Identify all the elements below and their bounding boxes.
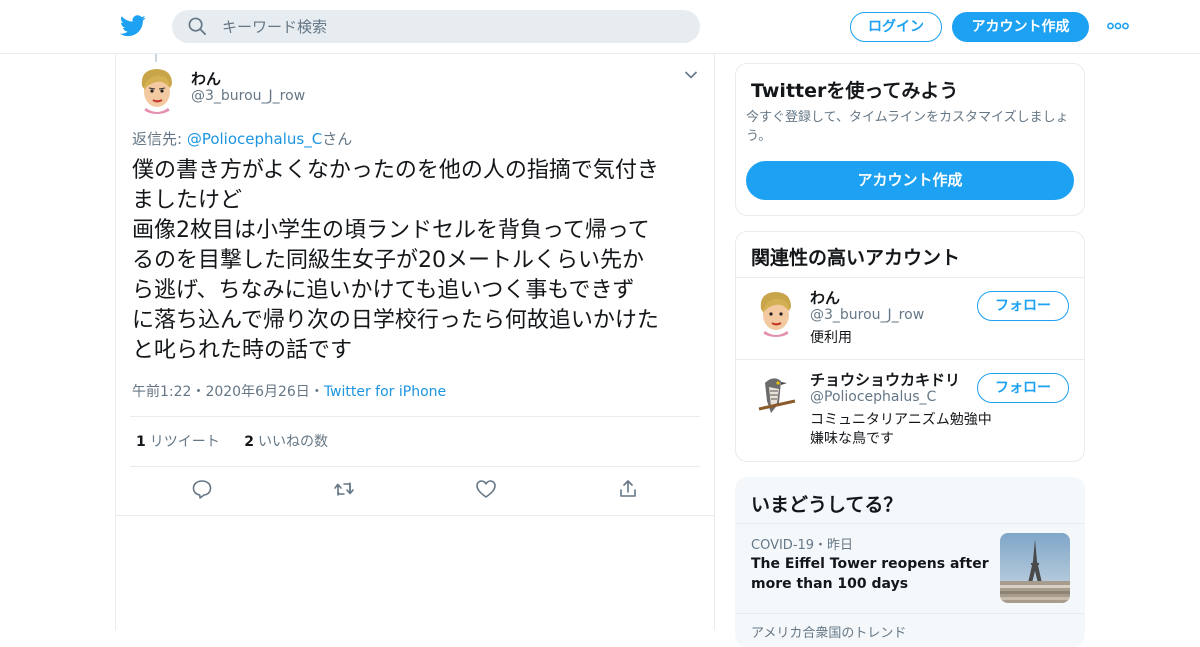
- divider: [130, 416, 700, 417]
- twitter-bird-icon[interactable]: [120, 14, 146, 38]
- trends-title: いまどうしてる？: [751, 494, 903, 516]
- author-name[interactable]: わん: [191, 68, 221, 89]
- like-heart-icon[interactable]: [475, 478, 497, 500]
- signup-card: Twitterを使ってみよう 今すぐ登録して、タイムラインをカスタマイズしましょ…: [735, 63, 1085, 216]
- follow-button[interactable]: フォロー: [977, 373, 1069, 403]
- reply-icon[interactable]: [191, 478, 213, 500]
- thread-connector: [155, 54, 157, 62]
- search-icon: [188, 17, 206, 35]
- account-bio: コミュニタリアニズム勉強中 嫌味な鳥です: [810, 412, 992, 447]
- retweet-count: 1: [136, 434, 146, 450]
- divider: [736, 613, 1084, 614]
- tweet-date[interactable]: 2020年6月26日: [205, 384, 309, 400]
- signup-card-title: Twitterを使ってみよう: [751, 80, 959, 102]
- account-handle[interactable]: @3_burou_J_row: [810, 307, 924, 323]
- like-count: 2: [244, 434, 254, 450]
- related-accounts-card: 関連性の高いアカウント わん @3_burou_J_row 便利用 フォロー チ…: [735, 231, 1085, 462]
- avatar[interactable]: [751, 369, 801, 419]
- face-avatar-icon: [751, 287, 801, 337]
- chevron-down-icon[interactable]: [684, 70, 698, 80]
- login-button[interactable]: ログイン: [850, 12, 942, 42]
- trend-category: COVID-19・昨日: [751, 538, 854, 553]
- divider: [130, 466, 700, 467]
- bird-avatar-icon: [751, 369, 801, 419]
- account-name[interactable]: チョウショウカキドリ: [810, 369, 960, 390]
- search-input[interactable]: [222, 10, 682, 43]
- retweet-icon[interactable]: [333, 478, 355, 500]
- top-bar: ログイン アカウント作成: [0, 0, 1200, 54]
- tweet-source-link[interactable]: Twitter for iPhone: [324, 384, 446, 400]
- avatar[interactable]: [132, 64, 182, 114]
- eiffel-tower-image: [1000, 533, 1070, 603]
- signup-button[interactable]: アカウント作成: [952, 12, 1089, 42]
- face-avatar-icon: [132, 64, 182, 114]
- trend-category: アメリカ合衆国のトレンド: [751, 626, 907, 641]
- tweet-text: 僕の書き方がよくなかったのを他の人の指摘で気付き ましたけど 画像2枚目は小学生…: [132, 158, 659, 363]
- related-accounts-title: 関連性の高いアカウント: [751, 247, 961, 269]
- author-handle[interactable]: @3_burou_J_row: [191, 88, 305, 104]
- tweet-time[interactable]: 午前1:22: [132, 384, 191, 400]
- account-handle[interactable]: @Poliocephalus_C: [810, 389, 936, 405]
- account-item[interactable]: チョウショウカキドリ @Poliocephalus_C コミュニタリアニズム勉強…: [736, 359, 1084, 461]
- reply-to-line: 返信先: @Poliocephalus_Cさん: [132, 128, 352, 149]
- more-icon[interactable]: [1107, 22, 1129, 30]
- share-icon[interactable]: [617, 478, 639, 500]
- divider: [736, 523, 1084, 524]
- create-account-button[interactable]: アカウント作成: [746, 161, 1074, 200]
- like-label: いいねの数: [257, 434, 328, 450]
- account-name[interactable]: わん: [810, 287, 840, 308]
- retweet-stat[interactable]: 1 リツイート: [136, 434, 220, 450]
- reply-suffix: さん: [322, 130, 353, 148]
- search-box[interactable]: [172, 10, 700, 43]
- signup-card-desc: 今すぐ登録して、タイムラインをカスタマイズしましょう。: [746, 110, 1069, 144]
- trend-thumbnail[interactable]: [1000, 533, 1070, 603]
- trend-title[interactable]: The Eiffel Tower reopens after more than…: [751, 554, 996, 594]
- reply-mention-link[interactable]: @Poliocephalus_C: [187, 130, 322, 148]
- like-stat[interactable]: 2 いいねの数: [244, 434, 328, 450]
- trends-card: いまどうしてる？ COVID-19・昨日 The Eiffel Tower re…: [735, 477, 1085, 647]
- divider: [116, 515, 714, 516]
- avatar[interactable]: [751, 287, 801, 337]
- tweet-metadata: 午前1:22・2020年6月26日・Twitter for iPhone: [132, 384, 447, 400]
- follow-button[interactable]: フォロー: [977, 291, 1069, 321]
- retweet-label: リツイート: [149, 434, 220, 450]
- account-item[interactable]: わん @3_burou_J_row 便利用 フォロー: [736, 277, 1084, 359]
- tweet-stats: 1 リツイート 2 いいねの数: [136, 431, 348, 451]
- tweet-detail: わん @3_burou_J_row 返信先: @Poliocephalus_Cさ…: [115, 54, 715, 630]
- tweet-actions: [116, 478, 714, 504]
- reply-prefix: 返信先:: [132, 130, 187, 148]
- account-bio: 便利用: [810, 330, 852, 346]
